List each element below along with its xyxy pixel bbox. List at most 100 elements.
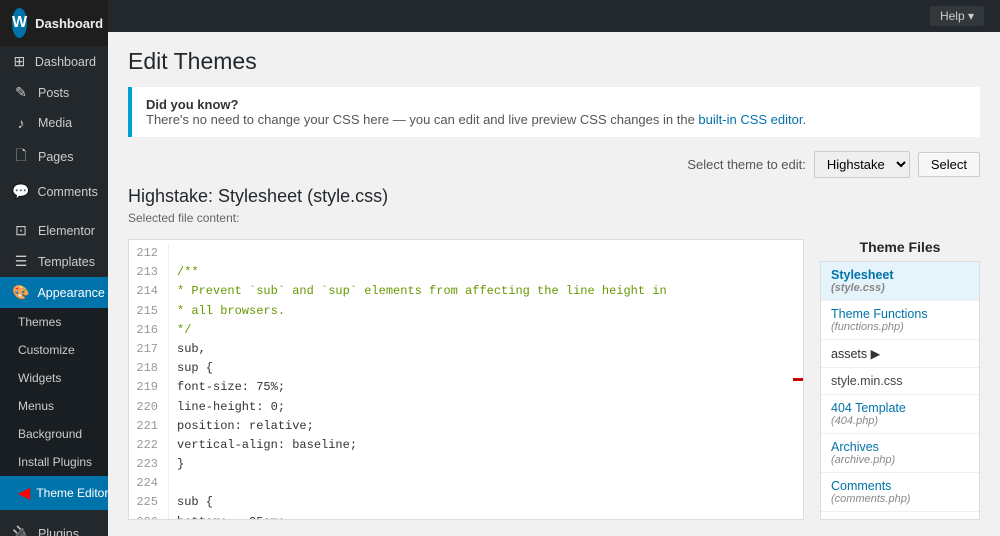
sidebar-sub-install-plugins[interactable]: Install Plugins bbox=[0, 448, 108, 476]
sidebar-item-label: Appearance bbox=[37, 286, 104, 300]
file-name: Archives bbox=[831, 440, 969, 454]
file-name: Theme Functions bbox=[831, 307, 969, 321]
templates-icon: ☰ bbox=[12, 253, 30, 270]
install-plugins-label: Install Plugins bbox=[18, 455, 92, 469]
theme-file-item[interactable]: 404 Template(404.php) bbox=[821, 395, 979, 434]
sidebar-item-elementor[interactable]: ⊡ Elementor bbox=[0, 215, 108, 246]
sidebar-sub-themes[interactable]: Themes bbox=[0, 308, 108, 336]
line-code: sub { bbox=[177, 493, 213, 512]
appearance-icon: 🎨 bbox=[12, 284, 29, 301]
code-line: 217 sub, bbox=[129, 340, 803, 359]
sidebar-item-posts[interactable]: ✎ Posts bbox=[0, 77, 108, 108]
sidebar-item-label: Elementor bbox=[38, 224, 95, 238]
file-name: style.min.css bbox=[831, 374, 969, 388]
page-title: Edit Themes bbox=[128, 48, 980, 75]
select-row: Select theme to edit: Highstake Select bbox=[128, 151, 980, 178]
code-content[interactable]: 212213/**214 * Prevent `sub` and `sup` e… bbox=[129, 240, 803, 519]
sidebar-item-label: Media bbox=[38, 116, 72, 130]
theme-file-item[interactable]: assets ▶ bbox=[821, 340, 979, 368]
sidebar-item-pages[interactable]: 🗋 Pages bbox=[0, 138, 108, 176]
line-number: 221 bbox=[129, 417, 169, 436]
line-number: 226 bbox=[129, 513, 169, 519]
line-code: sub, bbox=[177, 340, 206, 359]
content-area: Edit Themes Did you know? There's no nee… bbox=[108, 32, 1000, 536]
sidebar-sub-theme-editor[interactable]: ◀ Theme Editor bbox=[0, 476, 108, 510]
comments-icon: 💬 bbox=[12, 183, 29, 200]
code-line: 221 position: relative; bbox=[129, 417, 803, 436]
file-name: Theme Footer bbox=[831, 518, 969, 520]
file-sub: (archive.php) bbox=[831, 454, 969, 466]
line-number: 222 bbox=[129, 436, 169, 455]
code-line: 220 line-height: 0; bbox=[129, 398, 803, 417]
line-number: 225 bbox=[129, 493, 169, 512]
line-number: 217 bbox=[129, 340, 169, 359]
file-label: Selected file content: bbox=[128, 211, 980, 225]
topbar: Help ▾ bbox=[108, 0, 1000, 32]
sidebar-sub-widgets[interactable]: Widgets bbox=[0, 364, 108, 392]
sidebar-item-media[interactable]: ♪ Media bbox=[0, 108, 108, 138]
dashboard-icon: ⊞ bbox=[12, 53, 27, 70]
themes-label: Themes bbox=[18, 315, 61, 329]
posts-icon: ✎ bbox=[12, 84, 30, 101]
theme-file-item[interactable]: Archives(archive.php) bbox=[821, 434, 979, 473]
sidebar-item-appearance[interactable]: 🎨 Appearance bbox=[0, 277, 108, 308]
line-code: sup { bbox=[177, 359, 213, 378]
sidebar-item-label: Comments bbox=[37, 185, 97, 199]
line-code: * all browsers. bbox=[177, 302, 285, 321]
theme-select[interactable]: Highstake bbox=[814, 151, 910, 178]
select-label: Select theme to edit: bbox=[687, 157, 806, 172]
menus-label: Menus bbox=[18, 399, 54, 413]
line-number: 216 bbox=[129, 321, 169, 340]
sidebar-sub-menus[interactable]: Menus bbox=[0, 392, 108, 420]
code-line: 224 bbox=[129, 474, 803, 493]
site-name: Dashboard bbox=[35, 16, 103, 31]
line-code: vertical-align: baseline; bbox=[177, 436, 357, 455]
line-number: 224 bbox=[129, 474, 169, 493]
line-number: 218 bbox=[129, 359, 169, 378]
site-logo[interactable]: W Dashboard bbox=[0, 0, 108, 46]
info-box: Did you know? There's no need to change … bbox=[128, 87, 980, 137]
theme-files-header: Theme Files bbox=[820, 239, 980, 255]
theme-file-item[interactable]: Stylesheet(style.css) bbox=[821, 262, 979, 301]
sidebar-item-comments[interactable]: 💬 Comments bbox=[0, 176, 108, 207]
sidebar-item-dashboard[interactable]: ⊞ Dashboard bbox=[0, 46, 108, 77]
line-code: bottom: -.25em; bbox=[177, 513, 285, 519]
select-button[interactable]: Select bbox=[918, 152, 980, 177]
sidebar-item-label: Dashboard bbox=[35, 55, 96, 69]
sidebar-sub-background[interactable]: Background bbox=[0, 420, 108, 448]
code-line: 223} bbox=[129, 455, 803, 474]
code-line: 219 font-size: 75%; bbox=[129, 378, 803, 397]
theme-file-item[interactable]: Comments(comments.php) bbox=[821, 473, 979, 512]
theme-files-list: Stylesheet(style.css)Theme Functions(fun… bbox=[820, 261, 980, 520]
line-number: 214 bbox=[129, 282, 169, 301]
elementor-icon: ⊡ bbox=[12, 222, 30, 239]
css-editor-link[interactable]: built-in CSS editor bbox=[698, 112, 802, 127]
sidebar-sub-customize[interactable]: Customize bbox=[0, 336, 108, 364]
code-line: 226 bottom: -.25em; bbox=[129, 513, 803, 519]
plugins-icon: 🔌 bbox=[12, 525, 30, 536]
file-sub: (404.php) bbox=[831, 415, 969, 427]
code-line: 215 * all browsers. bbox=[129, 302, 803, 321]
line-code: * Prevent `sub` and `sup` elements from … bbox=[177, 282, 667, 301]
sidebar-item-templates[interactable]: ☰ Templates bbox=[0, 246, 108, 277]
theme-editor-label: Theme Editor bbox=[36, 486, 108, 500]
pages-icon: 🗋 bbox=[12, 145, 30, 169]
widgets-label: Widgets bbox=[18, 371, 61, 385]
file-name: 404 Template bbox=[831, 401, 969, 415]
code-line: 222 vertical-align: baseline; bbox=[129, 436, 803, 455]
line-number: 213 bbox=[129, 263, 169, 282]
editor-layout: 212213/**214 * Prevent `sub` and `sup` e… bbox=[128, 239, 980, 520]
code-line: 216 */ bbox=[129, 321, 803, 340]
theme-file-item[interactable]: Theme Footer(footer.php) bbox=[821, 512, 979, 520]
theme-files-panel: Theme Files Stylesheet(style.css)Theme F… bbox=[820, 239, 980, 520]
main-content: Help ▾ Edit Themes Did you know? There's… bbox=[108, 0, 1000, 536]
sidebar-item-label: Templates bbox=[38, 255, 95, 269]
code-editor[interactable]: 212213/**214 * Prevent `sub` and `sup` e… bbox=[128, 239, 804, 520]
help-button[interactable]: Help ▾ bbox=[930, 6, 984, 26]
info-text: There's no need to change your CSS here … bbox=[146, 112, 698, 127]
theme-file-item[interactable]: style.min.css bbox=[821, 368, 979, 395]
theme-file-item[interactable]: Theme Functions(functions.php) bbox=[821, 301, 979, 340]
sidebar-item-label: Plugins bbox=[38, 527, 79, 536]
sidebar-item-plugins[interactable]: 🔌 Plugins bbox=[0, 518, 108, 536]
line-code: position: relative; bbox=[177, 417, 314, 436]
